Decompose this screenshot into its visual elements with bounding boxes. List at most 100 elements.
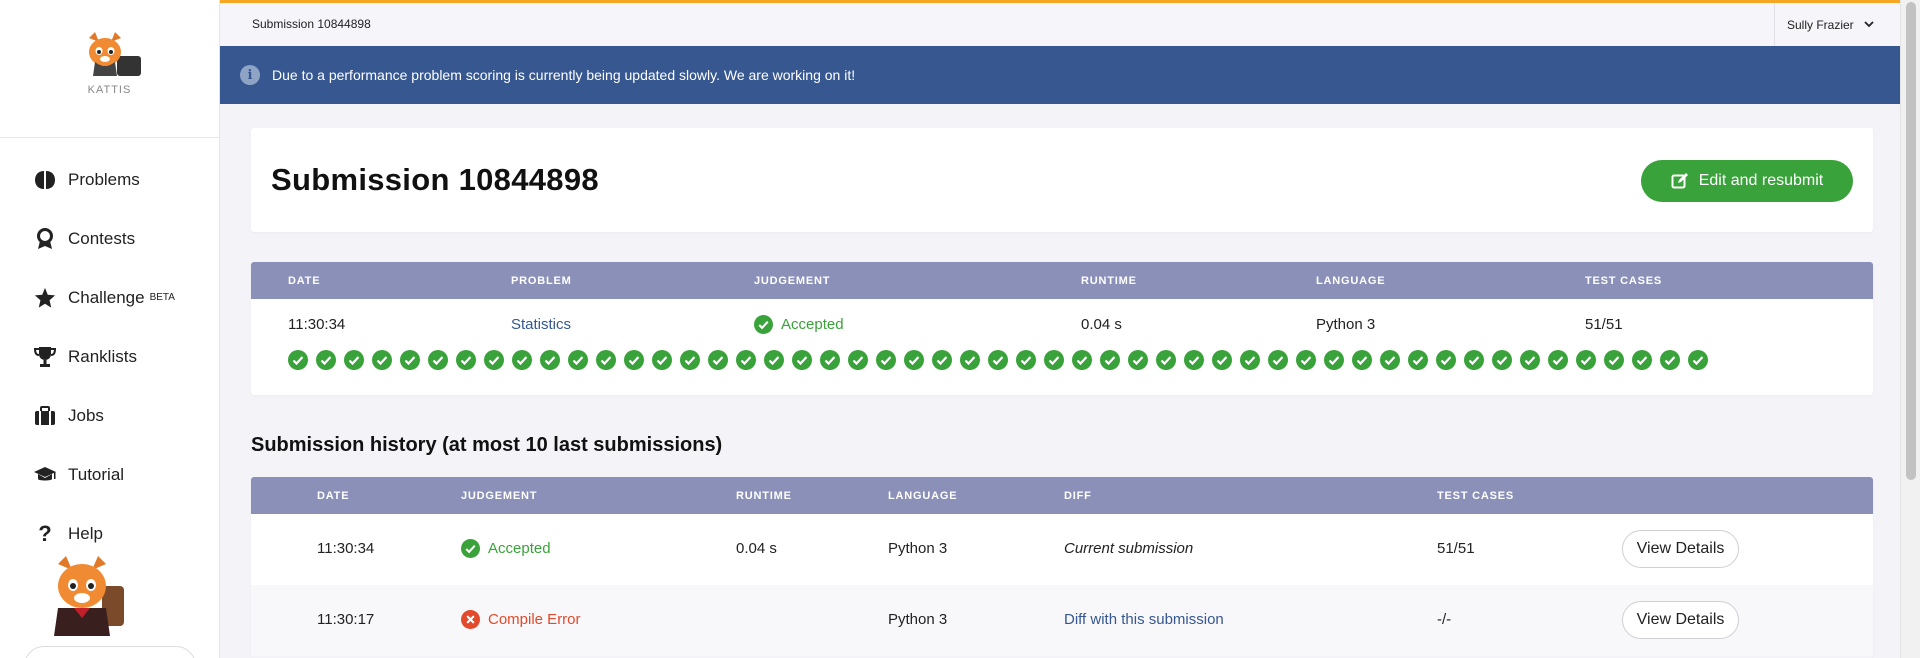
test-case-passed-icon[interactable] [988,350,1008,370]
sidebar-item-ranklists[interactable]: Ranklists [0,327,219,386]
test-case-passed-icon[interactable] [568,350,588,370]
submission-header-card: Submission 10844898 Edit and resubmit [251,128,1873,232]
briefcase-icon [32,403,58,429]
sidebar-item-label: Contests [68,228,136,248]
test-case-passed-icon[interactable] [1128,350,1148,370]
test-case-passed-icon[interactable] [680,350,700,370]
col-test-cases: TEST CASES [1585,275,1663,287]
test-case-passed-icon[interactable] [764,350,784,370]
sidebar-item-label: Jobs [68,405,104,425]
graduation-cap-icon [32,462,58,488]
test-case-passed-icon[interactable] [1016,350,1036,370]
scrollbar-thumb[interactable] [1906,2,1916,480]
beta-badge: BETA [149,292,175,303]
sidebar-item-contests[interactable]: Contests [0,209,219,268]
test-case-passed-icon[interactable] [820,350,840,370]
chevron-down-icon [1864,21,1874,28]
test-case-passed-icon[interactable] [428,350,448,370]
edit-and-resubmit-button[interactable]: Edit and resubmit [1641,160,1853,202]
test-case-passed-icon[interactable] [932,350,952,370]
history-table-header: DATE JUDGEMENT RUNTIME LANGUAGE DIFF TES… [251,477,1873,514]
test-case-passed-icon[interactable] [1408,350,1428,370]
test-case-passed-icon[interactable] [1324,350,1344,370]
test-case-passed-icon[interactable] [1352,350,1372,370]
test-case-passed-icon[interactable] [372,350,392,370]
sidebar-item-help[interactable]: ? Help [0,504,219,563]
test-case-passed-icon[interactable] [288,350,308,370]
problem-link[interactable]: Statistics [511,316,571,333]
test-case-passed-icon[interactable] [596,350,616,370]
judgement-text: Compile Error [488,611,581,628]
test-case-passed-icon[interactable] [1044,350,1064,370]
judgement-text: Accepted [781,316,844,333]
row-judgement: Accepted [461,539,551,558]
test-case-passed-icon[interactable] [1548,350,1568,370]
test-case-passed-icon[interactable] [484,350,504,370]
table-row: 11:30:34 Accepted 0.04 s Python 3 Curren… [251,514,1873,585]
sidebar-item-label: Ranklists [68,346,137,366]
award-icon [32,226,58,252]
test-case-passed-icon[interactable] [1100,350,1120,370]
test-case-passed-icon[interactable] [1464,350,1484,370]
test-case-passed-icon[interactable] [1520,350,1540,370]
test-case-passed-icon[interactable] [540,350,560,370]
test-case-passed-icon[interactable] [1632,350,1652,370]
test-case-passed-icon[interactable] [1268,350,1288,370]
history-table: DATE JUDGEMENT RUNTIME LANGUAGE DIFF TES… [251,477,1873,658]
brain-icon [32,167,58,193]
current-submission-label: Current submission [1064,540,1194,557]
star-icon [32,285,58,311]
breadcrumb[interactable]: Submission 10844898 [252,17,371,31]
sidebar-item-challenge[interactable]: Challenge BETA [0,268,219,327]
test-case-passed-icon[interactable] [1604,350,1624,370]
test-case-passed-icon[interactable] [708,350,728,370]
test-case-passed-icon[interactable] [1072,350,1092,370]
test-case-passed-icon[interactable] [1212,350,1232,370]
row-diff: Current submission [1064,540,1193,557]
test-case-passed-icon[interactable] [876,350,896,370]
sidebar-item-label: Problems [68,169,140,189]
test-case-passed-icon[interactable] [1660,350,1680,370]
question-icon: ? [38,520,52,546]
test-case-passed-icon[interactable] [1688,350,1708,370]
test-case-passed-icon[interactable] [344,350,364,370]
test-case-passed-icon[interactable] [1240,350,1260,370]
diff-link[interactable]: Diff with this submission [1064,611,1224,628]
sidebar-item-tutorial[interactable]: Tutorial [0,445,219,504]
test-case-passed-icon[interactable] [512,350,532,370]
test-case-passed-icon[interactable] [1492,350,1512,370]
sidebar-item-problems[interactable]: Problems [0,150,219,209]
test-case-passed-icon[interactable] [1156,350,1176,370]
col-runtime: RUNTIME [736,490,792,502]
test-case-passed-icon[interactable] [1184,350,1204,370]
test-case-passed-icon[interactable] [1436,350,1456,370]
test-case-passed-icon[interactable] [736,350,756,370]
brand[interactable]: KATTIS [0,0,219,138]
test-case-passed-icon[interactable] [624,350,644,370]
test-case-passed-icon[interactable] [652,350,672,370]
col-language: LANGUAGE [888,490,958,502]
test-case-passed-icon[interactable] [1380,350,1400,370]
sidebar-item-jobs[interactable]: Jobs [0,386,219,445]
judgement-text: Accepted [488,540,551,557]
submission-language: Python 3 [1316,316,1376,333]
sidebar-item-label: Tutorial [68,464,125,484]
view-details-button[interactable]: View Details [1622,601,1739,639]
test-case-passed-icon[interactable] [848,350,868,370]
test-case-passed-icon[interactable] [904,350,924,370]
user-menu[interactable]: Sully Frazier [1774,3,1900,46]
test-case-passed-icon[interactable] [316,350,336,370]
test-case-passed-icon[interactable] [792,350,812,370]
test-case-passed-icon[interactable] [456,350,476,370]
page-title: Submission 10844898 [271,162,599,197]
view-details-button[interactable]: View Details [1622,530,1739,568]
check-circle-icon [754,315,773,334]
col-date: DATE [317,490,350,502]
page-scrollbar[interactable] [1900,0,1920,658]
info-banner: i Due to a performance problem scoring i… [220,46,1900,104]
test-case-passed-icon[interactable] [400,350,420,370]
test-case-passed-icon[interactable] [960,350,980,370]
main-nav: Problems Contests Challenge BETA Ranklis… [0,138,219,563]
test-case-passed-icon[interactable] [1296,350,1316,370]
test-case-passed-icon[interactable] [1576,350,1596,370]
